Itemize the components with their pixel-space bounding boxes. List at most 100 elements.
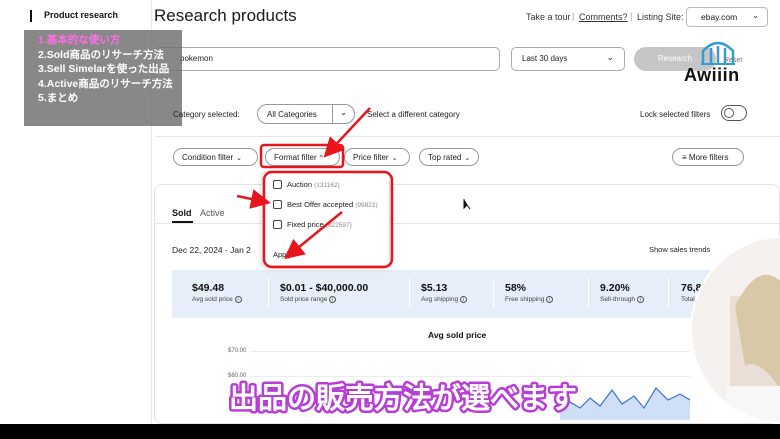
take-tour-link[interactable]: Take a tour — [526, 12, 571, 22]
info-icon[interactable]: i — [636, 296, 644, 303]
search-query: pokemon — [180, 54, 213, 63]
page-title: Research products — [154, 6, 297, 25]
format-option-best-offer[interactable]: Best Offer accepted (99822) — [273, 200, 378, 212]
stat-label: Sold price range — [280, 296, 328, 303]
stat-value: $49.48 — [192, 282, 225, 294]
letterbox-bar — [0, 424, 780, 439]
date-range-select[interactable]: Last 30 days ⌄ — [511, 47, 625, 71]
toggle-knob — [724, 108, 734, 118]
chevron-down-icon: ⌄ — [752, 11, 759, 20]
option-count: (99822) — [355, 202, 378, 209]
stat-price-range: $0.01 - $40,000.00 Sold price range i — [280, 282, 368, 303]
divider — [155, 136, 780, 137]
chevron-down-icon: ⌄ — [236, 155, 243, 162]
chevron-down-icon[interactable]: ⌄ — [332, 104, 354, 124]
apply-button[interactable]: Apply — [273, 250, 292, 259]
info-icon[interactable]: i — [329, 296, 337, 303]
option-label: Fixed price — [287, 220, 324, 229]
gridline — [250, 351, 690, 352]
header-separator: | — [630, 11, 633, 21]
date-range-value: Last 30 days — [522, 54, 568, 63]
option-count: (131162) — [314, 182, 340, 189]
reset-link[interactable]: Reset — [724, 57, 742, 64]
filter-lines-icon: ≡ — [682, 153, 687, 162]
sidebar-active-indicator — [30, 10, 32, 22]
chevron-down-icon: ⌄ — [391, 155, 398, 162]
stat-label: Sell-through — [600, 296, 636, 303]
video-caption: 出品の販売方法が選べます — [226, 379, 579, 418]
option-label: Auction — [287, 180, 313, 189]
format-filter-label: Format filter — [274, 153, 317, 162]
chevron-down-icon: ⌄ — [606, 52, 614, 62]
checkbox[interactable] — [273, 220, 282, 229]
condition-filter-chip[interactable]: Condition filter ⌄ — [173, 148, 258, 166]
screen: Product research Research products Take … — [0, 0, 780, 424]
more-filters-label: More filters — [688, 153, 729, 162]
header-separator: | — [572, 11, 575, 21]
stat-label: Free shipping — [505, 296, 545, 303]
format-option-fixed-price[interactable]: Fixed price (822597) — [273, 220, 352, 232]
tab-active[interactable]: Active — [200, 208, 225, 218]
logo-text: Awiiin — [684, 65, 740, 85]
stat-label: Avg shipping — [421, 296, 459, 303]
top-rated-label: Top rated — [428, 153, 462, 162]
stat-avg-shipping: $5.13 Avg shipping i — [421, 282, 467, 303]
chart-title: Avg sold price — [428, 330, 487, 340]
comments-link[interactable]: Comments? — [579, 12, 628, 22]
awiiin-logo: Awiiin — [684, 35, 754, 91]
top-rated-chip[interactable]: Top rated ⌄ — [419, 148, 479, 166]
chapter-item: 5.まとめ — [38, 92, 79, 104]
condition-filter-label: Condition filter — [182, 153, 234, 162]
price-filter-label: Price filter — [353, 153, 389, 162]
chapter-item: 1.基本的な使い方 — [38, 34, 121, 46]
stat-separator — [668, 278, 669, 308]
stat-separator — [409, 278, 410, 308]
stat-separator — [268, 278, 269, 308]
stat-separator — [588, 278, 589, 308]
checkbox[interactable] — [273, 200, 282, 209]
listing-site-value: ebay.com — [701, 12, 738, 22]
format-option-auction[interactable]: Auction (131162) — [273, 180, 340, 192]
option-count: (822597) — [325, 222, 352, 229]
stat-separator — [493, 278, 494, 308]
stat-label: Avg sold price — [192, 296, 233, 303]
stat-value: 9.20% — [600, 282, 630, 294]
stat-value: 58% — [505, 282, 527, 294]
stat-sell-through: 9.20% Sell-through i — [600, 282, 644, 303]
listing-site-label: Listing Site: — [637, 12, 684, 22]
chapter-overlay: 1.基本的な使い方 2.Sold商品のリサーチ方法 3.Sell Simelar… — [24, 30, 182, 126]
checkbox[interactable] — [273, 180, 282, 189]
sidebar-item-product-research[interactable]: Product research — [44, 10, 118, 20]
tab-sold[interactable]: Sold — [172, 208, 192, 218]
chevron-down-icon: ⌄ — [464, 155, 471, 162]
stat-free-shipping: 58% Free shipping i — [505, 282, 554, 303]
info-icon[interactable]: i — [546, 296, 554, 303]
info-icon[interactable]: i — [234, 296, 242, 303]
stat-value: $0.01 - $40,000.00 — [280, 282, 369, 294]
chapter-item: 3.Sell Simelarを使った出品 — [38, 63, 170, 75]
caption-text: 出品の販売方法が選べます — [229, 381, 577, 415]
format-filter-chip[interactable]: Format filter ^ — [265, 148, 340, 166]
lock-filters-label: Lock selected filters — [640, 110, 711, 119]
format-filter-dropdown: Auction (131162) Best Offer accepted (99… — [262, 171, 390, 266]
category-value: All Categories — [267, 110, 317, 119]
stat-value: $5.13 — [421, 282, 448, 294]
presenter-webcam — [690, 236, 780, 424]
chevron-up-icon: ^ — [319, 155, 323, 162]
option-label: Best Offer accepted — [287, 200, 354, 209]
results-date-range: Dec 22, 2024 - Jan 2 — [172, 245, 251, 255]
chapter-item: 2.Sold商品のリサーチ方法 — [38, 48, 165, 61]
lock-filters-toggle[interactable] — [721, 105, 747, 121]
y-axis-tick: $70.00 — [228, 348, 247, 354]
info-icon[interactable]: i — [459, 296, 467, 303]
category-label: Category selected: — [173, 110, 240, 119]
search-input[interactable]: pokemon — [155, 47, 500, 71]
price-filter-chip[interactable]: Price filter ⌄ — [344, 148, 410, 166]
listing-site-select[interactable]: ebay.com ⌄ — [686, 7, 768, 27]
more-filters-button[interactable]: ≡ More filters — [672, 148, 744, 166]
category-select[interactable]: All Categories ⌄ — [257, 104, 355, 124]
chapter-item: 4.Active商品のリサーチ方法 — [38, 77, 173, 90]
divider — [155, 223, 780, 224]
select-category-link[interactable]: Select a different category — [367, 110, 460, 119]
stat-avg-sold-price: $49.48 Avg sold price i — [192, 282, 242, 303]
